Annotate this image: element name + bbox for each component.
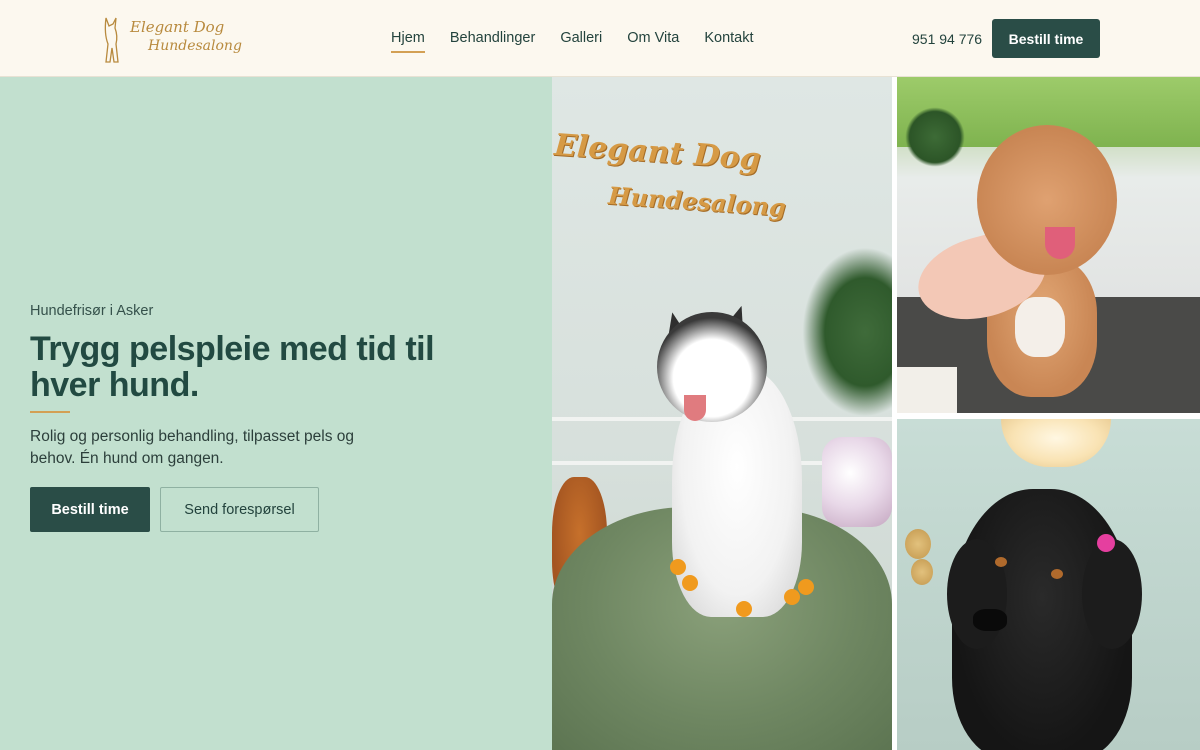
hero-section: Hundefrisør i Asker Trygg pelspleie med … (0, 77, 552, 750)
hero-eyebrow: Hundefrisør i Asker (30, 303, 154, 319)
orange (736, 601, 752, 617)
balloon (911, 559, 933, 585)
book-appointment-button[interactable]: Bestill time (30, 487, 150, 532)
gallery-photo-husky: Elegant Dog Hundesalong (552, 77, 892, 750)
accent-divider (30, 411, 70, 413)
send-inquiry-button[interactable]: Send forespørsel (160, 487, 319, 532)
orange (682, 575, 698, 591)
main-nav: Hjem Behandlinger Galleri Om Vita Kontak… (391, 30, 779, 53)
dog-silhouette-icon (104, 17, 119, 63)
poodle-eye (1051, 569, 1063, 579)
orange (784, 589, 800, 605)
pillow (822, 437, 892, 527)
orange (798, 579, 814, 595)
ceiling-lamp (1001, 419, 1111, 467)
logo[interactable]: Elegant Dog Hundesalong (98, 12, 242, 66)
plant (802, 247, 892, 417)
site-header: Elegant Dog Hundesalong Hjem Behandlinge… (0, 0, 1200, 77)
wall-sign-line2: Hundesalong (607, 180, 787, 223)
poodle-ear (947, 539, 1007, 649)
nav-item-hjem[interactable]: Hjem (391, 30, 425, 53)
nav-item-galleri[interactable]: Galleri (560, 30, 602, 46)
gallery-photo-apricot-poodle (897, 77, 1200, 413)
nav-item-kontakt[interactable]: Kontakt (704, 30, 753, 46)
gallery-photo-black-poodle (897, 419, 1200, 750)
balloon (905, 529, 931, 559)
header-book-button[interactable]: Bestill time (992, 19, 1100, 58)
poodle-nose (973, 609, 1007, 631)
nav-item-behandlinger[interactable]: Behandlinger (450, 30, 535, 46)
poodle-tongue (1045, 227, 1075, 259)
logo-text-line2: Hundesalong (148, 38, 242, 54)
wall-sign-line1: Elegant Dog (553, 127, 762, 178)
hero-subtext: Rolig og personlig behandling, tilpasset… (30, 428, 354, 467)
poodle-chest (1015, 297, 1065, 357)
hero-headline: Trygg pelspleie med tid til hver hund. (30, 330, 435, 404)
potted-plant (905, 107, 965, 167)
poodle-ear (1082, 539, 1142, 649)
logo-text-line1: Elegant Dog (130, 18, 225, 36)
husky-tongue (684, 395, 706, 421)
poodle-eye (995, 557, 1007, 567)
husky-head (657, 312, 767, 422)
nav-item-om-vita[interactable]: Om Vita (627, 30, 679, 46)
phone-link[interactable]: 951 94 776 (912, 31, 982, 47)
orange (670, 559, 686, 575)
pink-bow (1097, 534, 1115, 552)
sleeve (897, 367, 957, 413)
